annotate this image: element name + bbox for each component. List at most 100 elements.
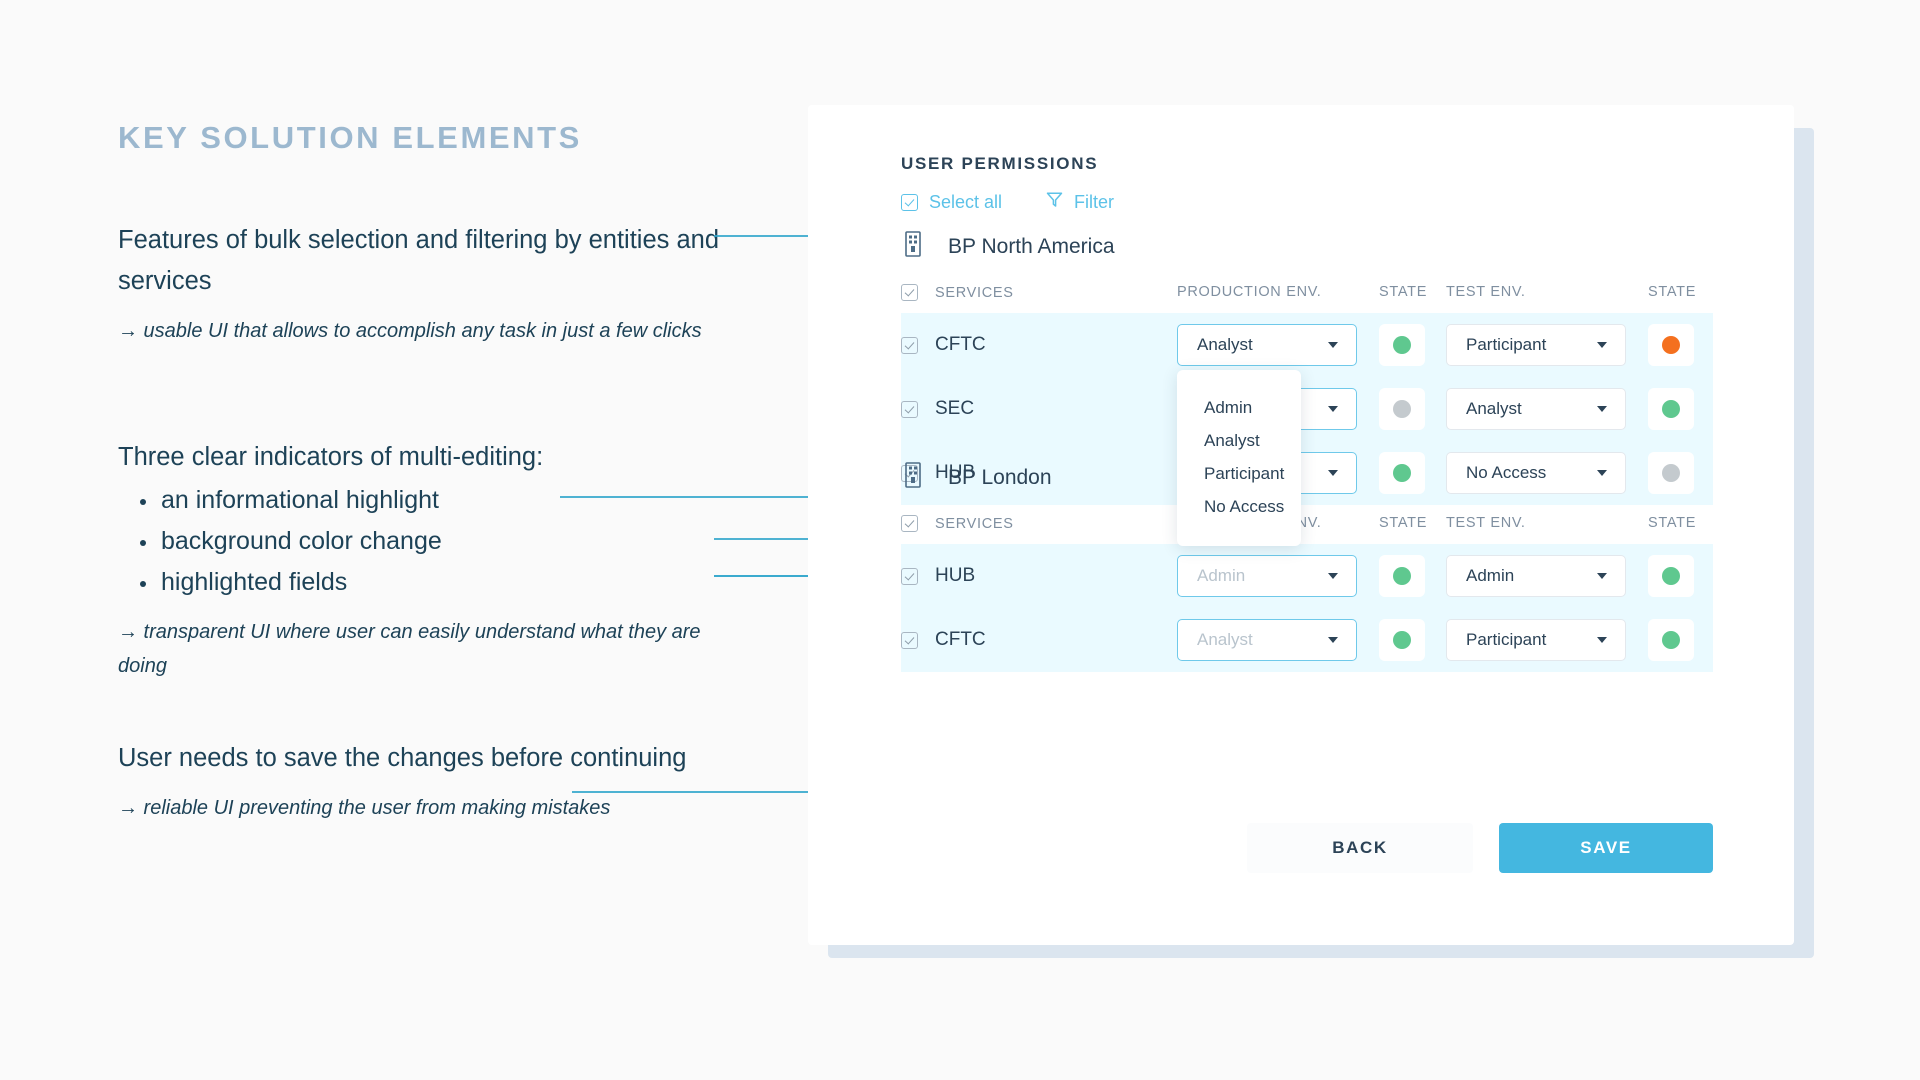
status-dot bbox=[1662, 336, 1680, 354]
table-row: SEC No Access Analyst bbox=[901, 377, 1713, 441]
group-title: BP London bbox=[903, 462, 1052, 494]
annotation-heading: Features of bulk selection and filtering… bbox=[118, 226, 720, 295]
production-env-value: Analyst bbox=[1197, 335, 1253, 354]
annotation-subtext: → usable UI that allows to accomplish an… bbox=[118, 320, 702, 342]
production-env-select[interactable]: Analyst bbox=[1177, 324, 1357, 366]
select-all-label: Select all bbox=[929, 191, 1003, 212]
chevron-down-icon bbox=[1597, 470, 1607, 476]
test-env-select[interactable]: Analyst bbox=[1446, 388, 1626, 430]
group-name: BP North America bbox=[948, 235, 1115, 258]
table-header-row: SERVICES PRODUCTION ENV. STATE TEST ENV.… bbox=[901, 512, 1713, 536]
status-dot bbox=[1393, 567, 1411, 585]
status-badge bbox=[1379, 324, 1425, 366]
select-all-button[interactable]: Select all bbox=[901, 192, 1002, 213]
row-service-cell: CFTC bbox=[901, 608, 1177, 672]
status-badge bbox=[1379, 619, 1425, 661]
user-permissions-panel: USER PERMISSIONS Multi-edit mode Select … bbox=[808, 105, 1794, 945]
column-header-state-test: STATE bbox=[1648, 515, 1697, 531]
service-name: HUB bbox=[935, 565, 976, 586]
column-header-state-test: STATE bbox=[1648, 284, 1697, 300]
test-env-cell: Admin bbox=[1446, 544, 1634, 608]
row-checkbox[interactable] bbox=[901, 400, 918, 418]
row-service-cell: CFTC bbox=[901, 313, 1177, 377]
chevron-down-icon bbox=[1328, 406, 1338, 412]
back-button[interactable]: BACK bbox=[1247, 823, 1473, 873]
annotation-heading: User needs to save the changes before co… bbox=[118, 744, 687, 772]
row-checkbox[interactable] bbox=[901, 567, 918, 585]
table-row: HUB Admin Admin bbox=[901, 544, 1713, 608]
table-row: CFTC Analyst Participant bbox=[901, 608, 1713, 672]
status-dot bbox=[1393, 631, 1411, 649]
column-header-services: SERVICES bbox=[935, 284, 1014, 301]
row-checkbox[interactable] bbox=[901, 631, 918, 649]
dropdown-option-no-access[interactable]: No Access bbox=[1177, 490, 1301, 523]
test-env-cell: Participant bbox=[1446, 313, 1634, 377]
production-env-value: Analyst bbox=[1197, 630, 1253, 649]
panel-footer: BACK SAVE bbox=[901, 823, 1713, 877]
test-env-select[interactable]: Admin bbox=[1446, 555, 1626, 597]
row-checkbox[interactable] bbox=[901, 336, 918, 354]
chevron-down-icon bbox=[1328, 637, 1338, 643]
test-env-value: Participant bbox=[1466, 335, 1547, 354]
row-service-cell: SEC bbox=[901, 377, 1177, 441]
page-title: KEY SOLUTION ELEMENTS bbox=[118, 120, 582, 155]
chevron-down-icon bbox=[1328, 342, 1338, 348]
filter-label: Filter bbox=[1074, 191, 1115, 212]
test-state-cell bbox=[1648, 544, 1728, 608]
building-icon bbox=[903, 462, 923, 494]
dropdown-option-admin[interactable]: Admin bbox=[1177, 391, 1301, 424]
column-header-test: TEST ENV. bbox=[1446, 515, 1526, 531]
status-badge bbox=[1379, 388, 1425, 430]
column-header-state-production: STATE bbox=[1379, 515, 1428, 531]
column-header-services: SERVICES bbox=[935, 515, 1014, 532]
column-header-test: TEST ENV. bbox=[1446, 284, 1526, 300]
column-header-state-production: STATE bbox=[1379, 284, 1428, 300]
test-env-select[interactable]: Participant bbox=[1446, 324, 1626, 366]
test-env-select[interactable]: Participant bbox=[1446, 619, 1626, 661]
checkbox-checked-icon bbox=[901, 193, 918, 211]
annotation-subtext: → transparent UI where user can easily u… bbox=[118, 621, 701, 677]
chevron-down-icon bbox=[1328, 573, 1338, 579]
test-env-cell: Participant bbox=[1446, 608, 1634, 672]
dropdown-option-analyst[interactable]: Analyst bbox=[1177, 424, 1301, 457]
test-state-cell bbox=[1648, 377, 1728, 441]
column-header-services-wrap: SERVICES bbox=[901, 284, 1014, 301]
table-row: CFTC Analyst Participant bbox=[901, 313, 1713, 377]
status-badge bbox=[1379, 452, 1425, 494]
production-env-cell: Analyst bbox=[1177, 313, 1365, 377]
list-item: background color change bbox=[118, 521, 728, 562]
chevron-down-icon bbox=[1597, 406, 1607, 412]
column-header-production: PRODUCTION ENV. bbox=[1177, 284, 1322, 300]
test-env-value: No Access bbox=[1466, 463, 1547, 482]
test-env-value: Admin bbox=[1466, 566, 1515, 585]
annotation-subtext: → reliable UI preventing the user from m… bbox=[118, 797, 611, 819]
checkbox-checked-icon[interactable] bbox=[901, 515, 918, 532]
test-env-cell: Analyst bbox=[1446, 377, 1634, 441]
chevron-down-icon bbox=[1328, 470, 1338, 476]
production-env-select[interactable]: Analyst bbox=[1177, 619, 1357, 661]
test-env-value: Analyst bbox=[1466, 399, 1522, 418]
building-icon bbox=[903, 231, 923, 263]
panel-toolbar: Select all Filter bbox=[901, 191, 1114, 213]
test-env-select[interactable]: No Access bbox=[1446, 452, 1626, 494]
role-dropdown-menu[interactable]: Admin Analyst Participant No Access bbox=[1177, 370, 1301, 546]
test-state-cell bbox=[1648, 441, 1728, 505]
chevron-down-icon bbox=[1597, 573, 1607, 579]
production-env-value: Admin bbox=[1197, 566, 1246, 585]
status-badge bbox=[1648, 388, 1694, 430]
save-button[interactable]: SAVE bbox=[1499, 823, 1713, 873]
column-header-services-wrap: SERVICES bbox=[901, 515, 1014, 532]
status-dot bbox=[1393, 400, 1411, 418]
checkbox-checked-icon[interactable] bbox=[901, 284, 918, 301]
production-env-select[interactable]: Admin bbox=[1177, 555, 1357, 597]
status-dot bbox=[1662, 400, 1680, 418]
status-badge bbox=[1648, 452, 1694, 494]
list-item: highlighted fields bbox=[118, 562, 728, 603]
production-env-cell: Analyst bbox=[1177, 608, 1365, 672]
panel-header: USER PERMISSIONS Multi-edit mode bbox=[808, 105, 1794, 205]
production-env-cell: Admin bbox=[1177, 544, 1365, 608]
dropdown-option-participant[interactable]: Participant bbox=[1177, 457, 1301, 490]
test-state-cell bbox=[1648, 313, 1728, 377]
filter-button[interactable]: Filter bbox=[1046, 191, 1114, 213]
status-badge bbox=[1648, 555, 1694, 597]
